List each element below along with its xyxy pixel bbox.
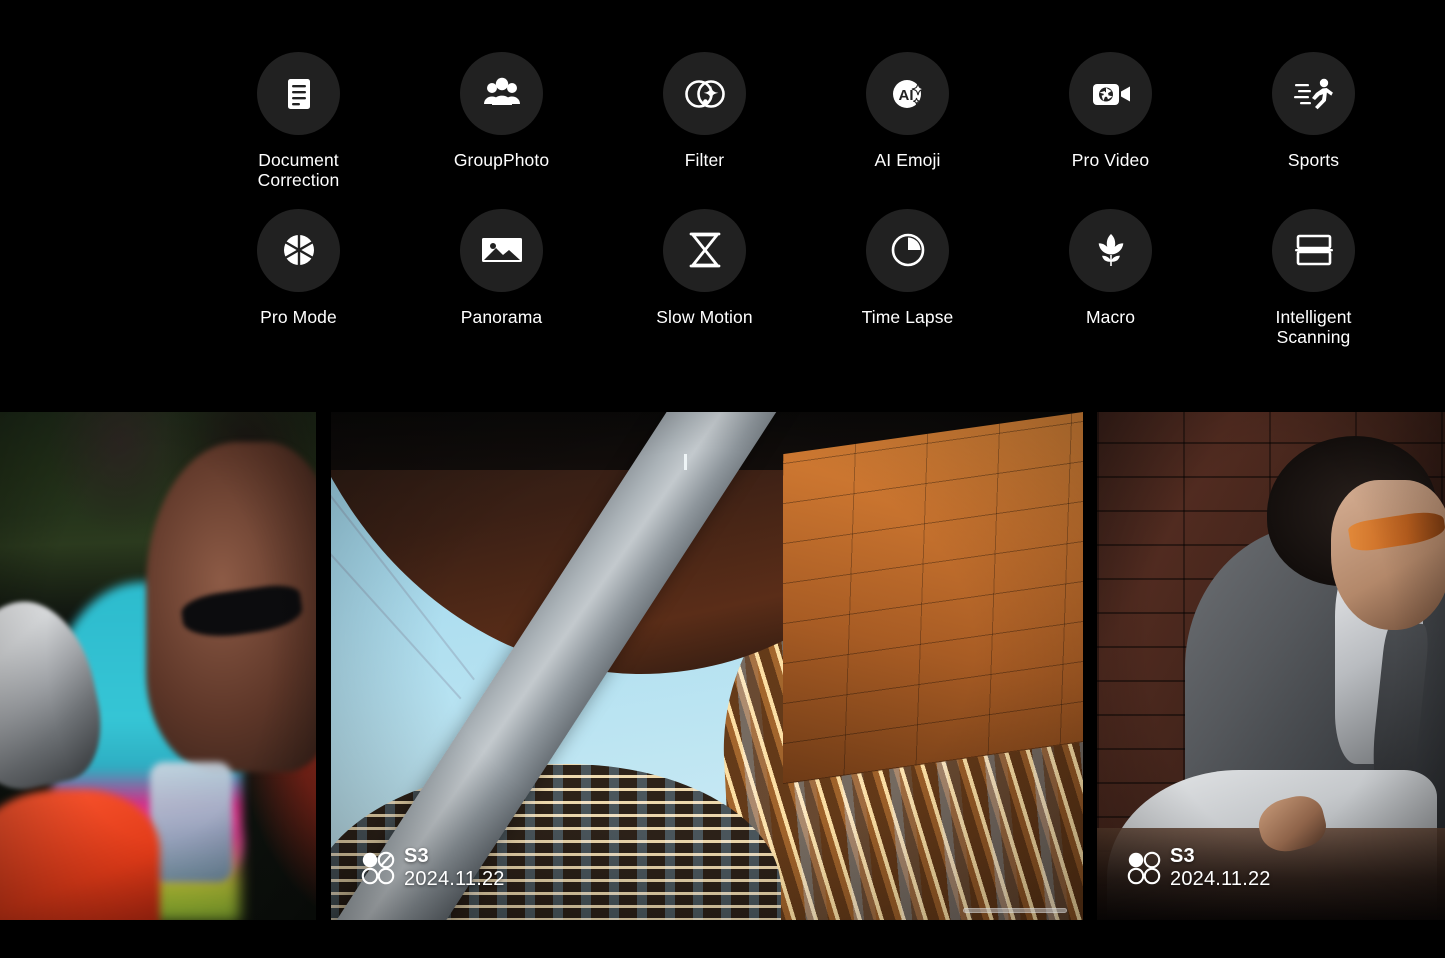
- ai-sparkle-icon: AI: [866, 52, 949, 135]
- mode-item-macro[interactable]: Macro: [1009, 208, 1212, 348]
- flower-icon: [1069, 208, 1152, 292]
- mode-label: Sports: [1287, 150, 1340, 170]
- hourglass-icon: [663, 208, 746, 292]
- mode-label: GroupPhoto: [453, 150, 550, 170]
- mode-label: Intelligent Scanning: [1275, 306, 1352, 348]
- modes-panel: Document Correction GroupPhoto Filter AI…: [0, 0, 1445, 412]
- mode-label: Panorama: [460, 306, 543, 327]
- gallery-photo-architecture[interactable]: S3 2024.11.22: [331, 412, 1083, 920]
- camera-more-modes-screen: Document Correction GroupPhoto Filter AI…: [0, 0, 1445, 958]
- landscape-picture-icon: [460, 208, 543, 292]
- mode-item-pro-mode[interactable]: Pro Mode: [197, 208, 400, 348]
- svg-text:AI: AI: [898, 87, 913, 104]
- mode-item-intelligent-scanning[interactable]: Intelligent Scanning: [1212, 208, 1415, 348]
- document-icon: [257, 52, 340, 135]
- mode-item-document-correction[interactable]: Document Correction: [197, 52, 400, 191]
- mode-item-panorama[interactable]: Panorama: [400, 208, 603, 348]
- bottom-bar: [0, 920, 1445, 958]
- mode-label: Pro Mode: [260, 306, 337, 327]
- mode-item-group-photo[interactable]: GroupPhoto: [400, 52, 603, 191]
- gallery-photo-portrait[interactable]: S3 2024.11.22: [1097, 412, 1445, 920]
- aperture-icon: [257, 208, 340, 292]
- group-people-icon: [460, 52, 543, 135]
- video-camera-icon: [1069, 52, 1152, 135]
- mode-label: Time Lapse: [861, 306, 954, 327]
- mode-item-pro-video[interactable]: Pro Video: [1009, 52, 1212, 191]
- modes-grid: Document Correction GroupPhoto Filter AI…: [197, 52, 1415, 348]
- filter-circles-icon: [663, 52, 746, 135]
- running-person-icon: [1272, 52, 1355, 135]
- mode-item-ai-emoji[interactable]: AI AI Emoji: [806, 52, 1009, 191]
- clock-quarter-icon: [866, 208, 949, 292]
- mode-item-filter[interactable]: Filter: [603, 52, 806, 191]
- mode-label: Document Correction: [257, 150, 340, 191]
- mode-item-sports[interactable]: Sports: [1212, 52, 1415, 191]
- photo-image: [1097, 412, 1445, 920]
- mode-label: Macro: [1085, 306, 1136, 327]
- mode-label: Pro Video: [1071, 150, 1150, 170]
- gallery-scroll-indicator[interactable]: [963, 908, 1067, 913]
- photo-image: [331, 412, 1083, 920]
- mode-label: Slow Motion: [656, 306, 753, 327]
- mode-label: AI Emoji: [874, 150, 941, 170]
- mode-item-time-lapse[interactable]: Time Lapse: [806, 208, 1009, 348]
- mode-label: Filter: [684, 150, 725, 170]
- gallery-photo-cyclists[interactable]: [0, 412, 316, 920]
- photo-image: [0, 412, 316, 920]
- stacked-rectangles-icon: [1272, 208, 1355, 292]
- mode-item-slow-motion[interactable]: Slow Motion: [603, 208, 806, 348]
- gallery-strip: S3 2024.11.22 S3 2024.11.22: [0, 412, 1445, 920]
